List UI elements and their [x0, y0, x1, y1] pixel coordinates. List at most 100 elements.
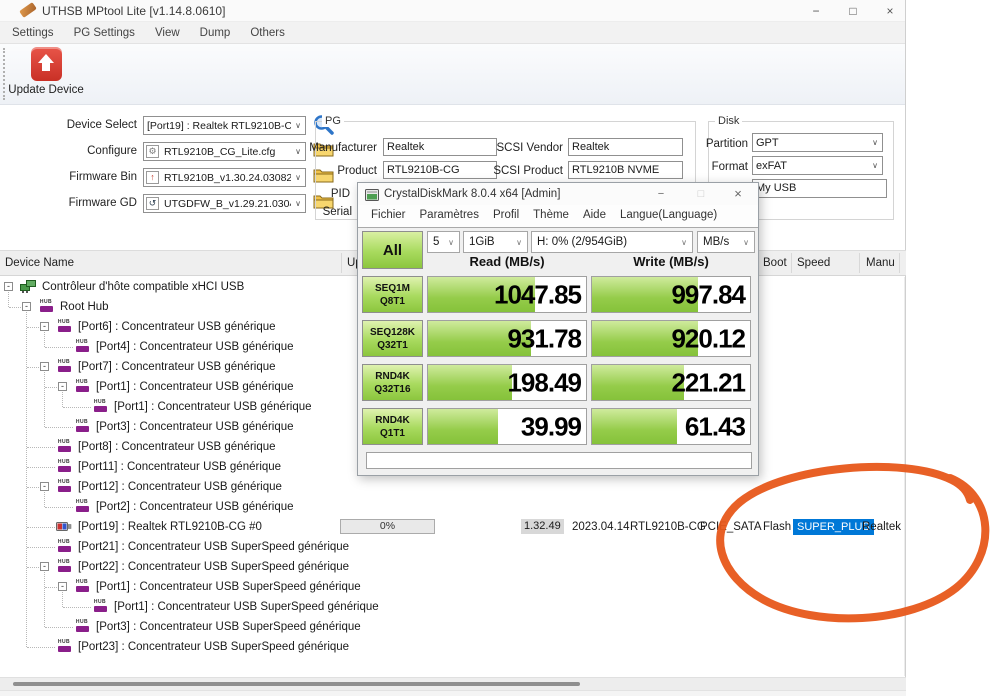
cdm-test-button[interactable]: SEQ128KQ32T1: [362, 320, 423, 357]
cdm-all-button[interactable]: All: [362, 231, 423, 269]
title-bar: UTHSB MPtool Lite [v1.14.8.0610] − □ ×: [0, 0, 905, 22]
cdm-test-button[interactable]: RND4KQ32T16: [362, 364, 423, 401]
tree-item[interactable]: -HUB[Port1] : Concentrateur USB SuperSpe…: [0, 577, 904, 597]
volume-label-field[interactable]: My USB: [752, 179, 887, 198]
read-value: 39.99: [521, 411, 581, 442]
tree-expander[interactable]: -: [58, 382, 67, 391]
tree-item[interactable]: -HUB[Port12] : Concentrateur USB génériq…: [0, 477, 904, 497]
device-select-label: Device Select: [40, 116, 137, 135]
cdm-menu-item[interactable]: Profil: [486, 205, 526, 227]
scsi-vendor-field[interactable]: Realtek: [568, 138, 683, 156]
chevron-down-icon[interactable]: ∨: [291, 121, 305, 130]
tree-connector-line: [27, 447, 55, 448]
usb-hub-icon: HUB: [38, 300, 54, 312]
tree-item[interactable]: HUB[Port23] : Concentrateur USB SuperSpe…: [0, 637, 904, 657]
tree-connector-line: [63, 607, 91, 608]
read-bar-fill: [428, 409, 498, 444]
cdm-menu-item[interactable]: Thème: [526, 205, 576, 227]
tree-item[interactable]: HUB[Port3] : Concentrateur USB SuperSpee…: [0, 617, 904, 637]
cdm-menu-item[interactable]: Aide: [576, 205, 613, 227]
tree-item-label: Root Hub: [60, 297, 109, 317]
screen: UTHSB MPtool Lite [v1.14.8.0610] − □ × S…: [0, 0, 1000, 696]
tree-expander[interactable]: -: [4, 282, 13, 291]
cdm-target-drive-value: H: 0% (2/954GiB): [532, 236, 676, 248]
header-divider: [859, 253, 860, 273]
menu-item-others[interactable]: Others: [240, 22, 295, 43]
write-bar-fill: [592, 409, 677, 444]
tree-connector-line: [27, 367, 39, 368]
cdm-test-button[interactable]: RND4KQ1T1: [362, 408, 423, 445]
cdm-menu-item[interactable]: Paramètres: [413, 205, 486, 227]
tree-connector-line: [44, 572, 45, 627]
firmware-bin-combo[interactable]: ↑ RTL9210B_v1.30.24.030822.bin ∨: [143, 168, 306, 187]
firmware-gd-label: Firmware GD: [40, 194, 137, 213]
cdm-content: All 5 ∨ 1GiB ∨ H: 0% (2/954GiB) ∨ MB/s ∨…: [358, 227, 758, 475]
header-divider: [791, 253, 792, 273]
cdm-test-count-select[interactable]: 5 ∨: [427, 231, 460, 253]
scrollbar-thumb[interactable]: [13, 682, 580, 686]
maximize-button[interactable]: □: [838, 0, 868, 22]
cdm-test-size-value: 1GiB: [464, 236, 511, 248]
tree-item[interactable]: HUB[Port1] : Concentrateur USB SuperSpee…: [0, 597, 904, 617]
read-value: 1047.85: [494, 279, 581, 310]
firmware-gd-combo[interactable]: ↺ UTGDFW_B_v1.29.21.030422.bin ∨: [143, 194, 306, 213]
tree-expander[interactable]: -: [40, 362, 49, 371]
header-manu: Manu: [866, 251, 895, 275]
menu-item-view[interactable]: View: [145, 22, 190, 43]
usb-hub-icon: HUB: [92, 600, 108, 612]
cdm-close-button[interactable]: ×: [726, 183, 750, 205]
cdm-minimize-button[interactable]: −: [649, 183, 673, 205]
tree-connector-line: [62, 392, 63, 407]
header-divider: [341, 253, 342, 273]
usb-hub-icon: HUB: [74, 500, 90, 512]
tree-expander[interactable]: -: [22, 302, 31, 311]
cdm-test-size-select[interactable]: 1GiB ∨: [463, 231, 528, 253]
window-title: UTHSB MPtool Lite [v1.14.8.0610]: [42, 0, 225, 22]
tree-item[interactable]: HUB[Port21] : Concentrateur USB SuperSpe…: [0, 537, 904, 557]
tree-item-port19[interactable]: [Port19] : Realtek RTL9210B-CG #00%1.32.…: [0, 517, 904, 537]
tree-connector-line: [27, 467, 55, 468]
chevron-down-icon[interactable]: ∨: [868, 138, 882, 147]
close-button[interactable]: ×: [875, 0, 905, 22]
device-select-value: [Port19] : Realtek RTL9210B-CG #0: [144, 120, 291, 132]
device-select-combo[interactable]: [Port19] : Realtek RTL9210B-CG #0 ∨: [143, 116, 306, 135]
horizontal-scrollbar[interactable]: [0, 677, 906, 690]
configure-combo[interactable]: ⚙ RTL9210B_CG_Lite.cfg ∨: [143, 142, 306, 161]
write-bar: 221.21: [591, 364, 751, 401]
header-device-name: Device Name: [5, 251, 74, 275]
cdm-menu-item[interactable]: Fichier: [364, 205, 413, 227]
tree-item[interactable]: HUB[Port2] : Concentrateur USB générique: [0, 497, 904, 517]
cdm-test-button[interactable]: SEQ1MQ8T1: [362, 276, 423, 313]
cdm-unit-select[interactable]: MB/s ∨: [697, 231, 755, 253]
menu-item-pg-settings[interactable]: PG Settings: [64, 22, 145, 43]
partition-combo[interactable]: GPT ∨: [752, 133, 883, 152]
chevron-down-icon[interactable]: ∨: [868, 161, 882, 170]
tree-item-label: [Port1] : Concentrateur USB générique: [96, 377, 294, 397]
tree-expander[interactable]: -: [40, 482, 49, 491]
read-bar: 198.49: [427, 364, 587, 401]
menu-item-dump[interactable]: Dump: [190, 22, 241, 43]
tree-item-label: [Port1] : Concentrateur USB générique: [114, 397, 312, 417]
tool-icon: [19, 2, 37, 18]
cdm-menu-item[interactable]: Langue(Language): [613, 205, 724, 227]
write-value: 920.12: [671, 323, 745, 354]
minimize-button[interactable]: −: [801, 0, 831, 22]
menu-item-settings[interactable]: Settings: [2, 22, 64, 43]
tree-item[interactable]: -HUB[Port22] : Concentrateur USB SuperSp…: [0, 557, 904, 577]
tree-item-label: [Port3] : Concentrateur USB SuperSpeed g…: [96, 617, 361, 637]
tree-expander[interactable]: -: [40, 322, 49, 331]
cdm-target-drive-select[interactable]: H: 0% (2/954GiB) ∨: [531, 231, 693, 253]
usb-hub-icon: HUB: [56, 480, 72, 492]
read-bar: 931.78: [427, 320, 587, 357]
format-combo[interactable]: exFAT ∨: [752, 156, 883, 175]
tree-expander[interactable]: -: [58, 582, 67, 591]
cdm-comment-field[interactable]: [366, 452, 752, 469]
cdm-write-header: Write (MB/s): [591, 254, 751, 269]
manufacturer-value: Realtek: [862, 517, 901, 537]
tree-expander[interactable]: -: [40, 562, 49, 571]
scsi-product-field[interactable]: RTL9210B NVME: [568, 161, 683, 179]
update-device-button[interactable]: Update Device: [8, 46, 84, 103]
firmware-gd-value: UTGDFW_B_v1.29.21.030422.bin: [161, 198, 291, 210]
tree-connector-line: [27, 327, 39, 328]
update-progress-bar: 0%: [340, 519, 435, 534]
